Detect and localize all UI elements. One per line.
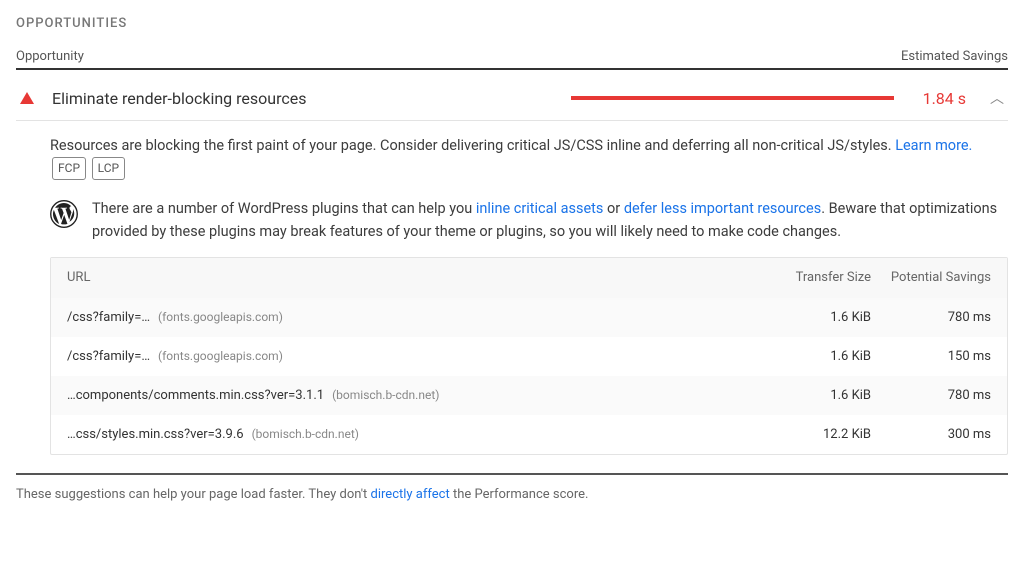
chevron-up-icon[interactable]: ︿ <box>986 84 1008 112</box>
url-origin: (bomisch.b-cdn.net) <box>252 427 359 441</box>
tip-pre: There are a number of WordPress plugins … <box>92 200 476 217</box>
divider-bold <box>16 68 1008 70</box>
footer-pre: These suggestions can help your page loa… <box>16 487 371 502</box>
cell-size: 1.6 KiB <box>711 388 871 403</box>
savings-bar-fill <box>571 96 894 100</box>
url-origin: (fonts.googleapis.com) <box>158 349 283 363</box>
audit-header[interactable]: Eliminate render-blocking resources 1.84… <box>16 76 1008 120</box>
savings-bar <box>571 96 901 100</box>
table-header-row: URL Transfer Size Potential Savings <box>51 258 1007 298</box>
triangle-warning-icon <box>20 92 34 104</box>
th-savings-label: Potential Savings <box>891 270 991 285</box>
cell-size: 1.6 KiB <box>711 310 871 325</box>
footer-note: These suggestions can help your page loa… <box>16 487 1008 502</box>
badge-lcp: LCP <box>92 157 125 180</box>
audit-body: Resources are blocking the first paint o… <box>16 121 1008 455</box>
inline-critical-link[interactable]: inline critical assets <box>476 200 604 217</box>
badge-fcp: FCP <box>52 157 86 180</box>
audit-title: Eliminate render-blocking resources <box>52 89 306 108</box>
directly-affect-link[interactable]: directly affect <box>371 487 450 502</box>
cell-savings: 300 ms <box>871 427 991 442</box>
cell-savings: 150 ms <box>871 349 991 364</box>
table-row: …components/comments.min.css?ver=3.1.1 (b… <box>51 376 1007 415</box>
th-url: URL <box>67 270 711 285</box>
col-opportunity: Opportunity <box>16 49 84 64</box>
url-path: /css?family=… <box>67 349 150 364</box>
resources-table: URL Transfer Size Potential Savings /css… <box>50 257 1008 455</box>
wordpress-icon <box>50 200 78 232</box>
th-size: Transfer Size <box>711 270 871 285</box>
url-path: …components/comments.min.css?ver=3.1.1 <box>67 388 324 403</box>
cell-url: /css?family=… (fonts.googleapis.com) <box>67 310 711 325</box>
section-title: OPPORTUNITIES <box>16 16 1008 31</box>
column-headers: Opportunity Estimated Savings <box>16 49 1008 64</box>
cell-url: …components/comments.min.css?ver=3.1.1 (b… <box>67 388 711 403</box>
th-url-label: URL <box>67 270 90 285</box>
table-row: /css?family=… (fonts.googleapis.com) 1.6 K… <box>51 337 1007 376</box>
cell-url: /css?family=… (fonts.googleapis.com) <box>67 349 711 364</box>
url-path: …css/styles.min.css?ver=3.9.6 <box>67 427 244 442</box>
divider-footer <box>16 473 1008 475</box>
learn-more-link[interactable]: Learn more. <box>895 137 972 154</box>
cell-size: 1.6 KiB <box>711 349 871 364</box>
cell-savings: 780 ms <box>871 310 991 325</box>
url-origin: (fonts.googleapis.com) <box>158 310 283 324</box>
savings-value: 1.84 s <box>923 89 966 108</box>
col-est-savings: Estimated Savings <box>901 49 1008 64</box>
table-row: …css/styles.min.css?ver=3.9.6 (bomisch.b-… <box>51 415 1007 454</box>
cell-savings: 780 ms <box>871 388 991 403</box>
desc-text: Resources are blocking the first paint o… <box>50 137 895 154</box>
url-path: /css?family=… <box>67 310 150 325</box>
table-row: /css?family=… (fonts.googleapis.com) 1.6 K… <box>51 298 1007 337</box>
wordpress-tip: There are a number of WordPress plugins … <box>50 198 1008 243</box>
cell-size: 12.2 KiB <box>711 427 871 442</box>
url-origin: (bomisch.b-cdn.net) <box>332 388 439 402</box>
audit-description: Resources are blocking the first paint o… <box>50 135 1008 180</box>
cell-url: …css/styles.min.css?ver=3.9.6 (bomisch.b-… <box>67 427 711 442</box>
wordpress-tip-text: There are a number of WordPress plugins … <box>92 198 1008 243</box>
th-savings: Potential Savings <box>871 270 991 286</box>
defer-resources-link[interactable]: defer less important resources <box>624 200 821 217</box>
tip-or: or <box>603 200 623 217</box>
footer-post: the Performance score. <box>450 487 589 502</box>
